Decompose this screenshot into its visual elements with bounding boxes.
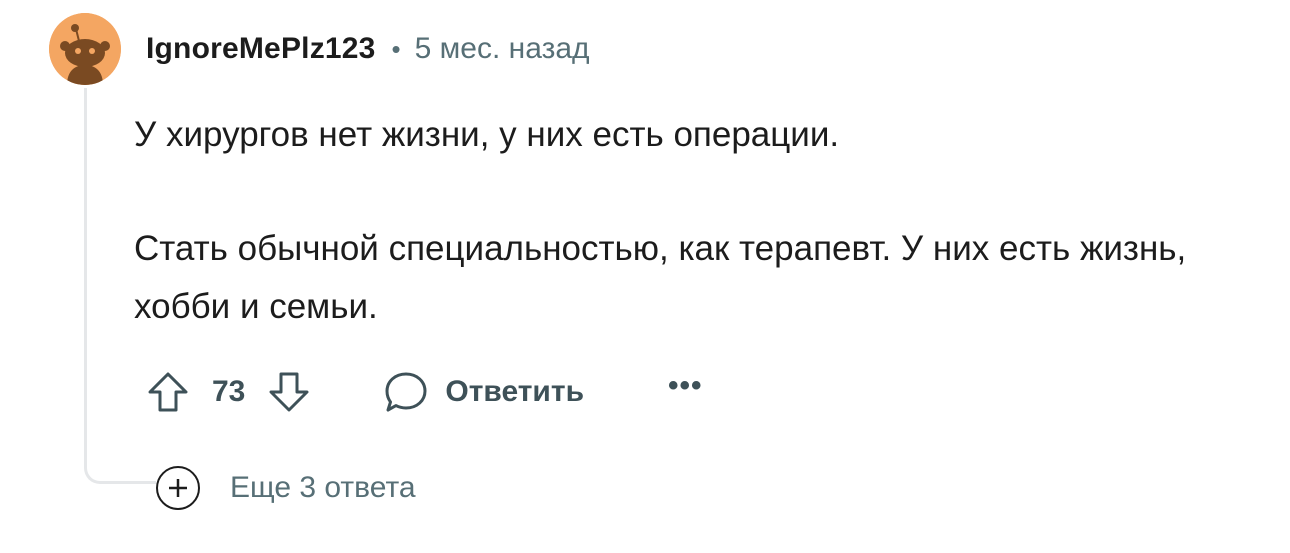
upvote-button[interactable]	[138, 362, 198, 422]
downvote-button[interactable]	[259, 362, 319, 422]
comment-body: У хирургов нет жизни, у них есть операци…	[134, 106, 1254, 336]
separator-dot: •	[391, 33, 401, 64]
username[interactable]: IgnoreMePlz123	[146, 32, 376, 66]
comment-header: IgnoreMePlz123 • 5 мес. назад	[146, 24, 590, 74]
comment-paragraph: У хирургов нет жизни, у них есть операци…	[134, 115, 840, 154]
comment: IgnoreMePlz123 • 5 мес. назад У хирургов…	[0, 0, 1290, 553]
speech-bubble-icon	[385, 372, 427, 412]
comment-actions: 73 Ответить •••	[134, 362, 703, 422]
plus-circle-icon	[156, 466, 200, 510]
snoo-avatar-icon	[49, 13, 121, 85]
timestamp[interactable]: 5 мес. назад	[415, 32, 590, 66]
more-replies-button[interactable]: Еще 3 ответа	[156, 464, 416, 512]
avatar[interactable]	[49, 13, 121, 85]
vote-count: 73	[212, 375, 246, 408]
upvote-arrow-icon	[148, 372, 188, 412]
reply-label: Ответить	[445, 375, 585, 408]
reply-button[interactable]: Ответить	[383, 369, 584, 415]
comment-paragraph: Стать обычной специальностью, как терапе…	[134, 229, 1187, 326]
downvote-arrow-icon	[269, 372, 309, 412]
more-options-button[interactable]: •••	[668, 369, 703, 403]
more-replies-label: Еще 3 ответа	[230, 471, 416, 504]
